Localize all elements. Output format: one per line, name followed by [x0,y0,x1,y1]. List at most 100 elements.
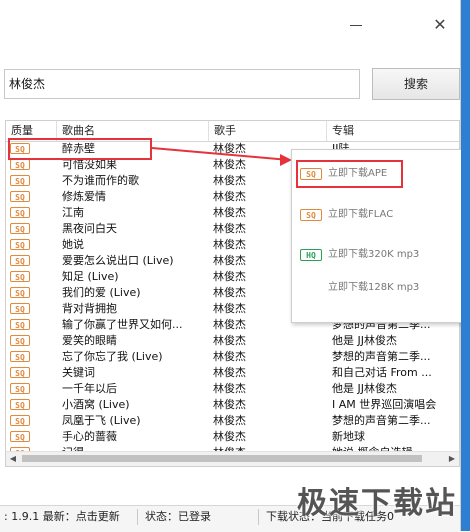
quality-cell: SQ [10,301,36,317]
song-name-cell: 手心的蔷薇 [62,430,117,443]
sq-badge-icon: SQ [300,209,322,221]
sq-badge-icon: SQ [10,223,30,234]
table-row[interactable]: SQ 关键词 林俊杰 和自己对话 From ... [6,365,459,381]
quality-cell: SQ [10,189,36,205]
sq-badge-icon: SQ [10,271,30,282]
album-cell: 和自己对话 From ... [332,366,432,379]
selected-row-highlight [8,138,152,160]
album-cell: 梦想的声音第二季... [332,350,431,363]
app-window: ✕ 林俊杰 搜索 质量 歌曲名 歌手 专辑 SQ醉赤壁林俊杰JJ陆SQ可惜没如果… [0,0,464,532]
minimize-icon [350,24,362,26]
menu-item-download-128k[interactable]: 立即下载128K mp3 [300,278,460,298]
sq-badge-icon: SQ [10,175,30,186]
album-cell: I AM 世界巡回演唱会 [332,398,437,411]
sq-badge-icon: SQ [10,431,30,442]
menu-item-download-flac[interactable]: SQ 立即下载FLAC [300,205,460,225]
quality-cell: SQ [10,205,36,221]
song-name-cell: 爱要怎么说出口 (Live) [62,254,174,267]
scroll-right-icon[interactable]: ▶ [445,452,459,466]
horizontal-scrollbar[interactable]: ◀ ▶ [6,451,459,466]
sq-badge-icon: SQ [10,383,30,394]
column-header-album[interactable]: 专辑 [327,121,459,141]
album-cell: 梦想的声音第二季... [332,414,431,427]
song-name-cell: 不为谁而作的歌 [62,174,139,187]
title-bar: ✕ [0,0,460,52]
menu-item-label: 立即下载320K mp3 [328,249,420,260]
sq-badge-icon: SQ [10,351,30,362]
song-name-cell: 黑夜问白天 [62,222,117,235]
close-button[interactable]: ✕ [429,14,451,36]
quality-cell: SQ [10,173,36,189]
quality-cell: SQ [10,397,36,413]
column-header-singer[interactable]: 歌手 [209,121,327,141]
sq-badge-icon: SQ [10,319,30,330]
table-row[interactable]: SQ 一千年以后 林俊杰 他是 JJ林俊杰 [6,381,459,397]
table-row[interactable]: SQ 爱笑的眼睛 林俊杰 他是 JJ林俊杰 [6,333,459,349]
menu-item-label: 立即下载128K mp3 [328,282,420,293]
menu-item-highlight [296,160,403,188]
song-name-cell: 知足 (Live) [62,270,119,283]
close-icon: ✕ [433,15,447,34]
quality-cell: SQ [10,365,36,381]
status-divider [137,509,138,525]
hq-badge-icon: HQ [300,249,322,261]
album-cell: 他是 JJ林俊杰 [332,382,397,395]
song-name-cell: 小酒窝 (Live) [62,398,130,411]
quality-cell: SQ [10,429,36,445]
song-name-cell: 背对背拥抱 [62,302,117,315]
table-row[interactable]: SQ 小酒窝 (Live) 林俊杰 I AM 世界巡回演唱会 [6,397,459,413]
quality-cell: SQ [10,333,36,349]
sq-badge-icon: SQ [10,287,30,298]
singer-cell: 林俊杰 [213,398,246,411]
version-status[interactable]: : 1.9.1 最新：点击更新 [4,506,120,528]
search-button[interactable]: 搜索 [372,68,460,100]
singer-cell: 林俊杰 [213,350,246,363]
album-cell: 他是 JJ林俊杰 [332,334,397,347]
status-divider [258,509,259,525]
singer-cell: 林俊杰 [213,430,246,443]
scroll-left-icon[interactable]: ◀ [6,452,20,466]
quality-cell: SQ [10,269,36,285]
sq-badge-icon: SQ [10,415,30,426]
table-row[interactable]: SQ 忘了你忘了我 (Live) 林俊杰 梦想的声音第二季... [6,349,459,365]
song-name-cell: 爱笑的眼睛 [62,334,117,347]
song-name-cell: 江南 [62,206,84,219]
song-name-cell: 凤凰于飞 (Live) [62,414,141,427]
quality-cell: SQ [10,349,36,365]
song-name-cell: 关键词 [62,366,95,379]
table-row[interactable]: SQ 手心的蔷薇 林俊杰 新地球 [6,429,459,445]
sq-badge-icon: SQ [10,207,30,218]
search-input[interactable]: 林俊杰 [4,69,360,99]
song-name-cell: 修炼爱情 [62,190,106,203]
quality-cell: SQ [10,413,36,429]
singer-cell: 林俊杰 [213,366,246,379]
quality-cell: SQ [10,221,36,237]
blank-badge-icon [300,282,322,294]
quality-cell: SQ [10,381,36,397]
song-name-cell: 她说 [62,238,84,251]
album-cell: 新地球 [332,430,365,443]
song-name-cell: 输了你赢了世界又如何... [62,318,183,331]
sq-badge-icon: SQ [10,159,30,170]
sq-badge-icon: SQ [10,255,30,266]
sq-badge-icon: SQ [10,191,30,202]
sq-badge-icon: SQ [10,399,30,410]
song-name-cell: 一千年以后 [62,382,117,395]
sq-badge-icon: SQ [10,335,30,346]
scrollbar-thumb[interactable] [22,455,422,462]
window-edge [461,0,470,531]
quality-cell: SQ [10,285,36,301]
singer-cell: 林俊杰 [213,382,246,395]
singer-cell: 林俊杰 [213,334,246,347]
quality-cell: SQ [10,317,36,333]
menu-item-download-320k[interactable]: HQ 立即下载320K mp3 [300,245,460,265]
minimize-button[interactable] [345,14,367,36]
menu-item-label: 立即下载FLAC [328,209,394,220]
table-row[interactable]: SQ 凤凰于飞 (Live) 林俊杰 梦想的声音第二季... [6,413,459,429]
login-status: 状态：已登录 [145,510,211,523]
song-name-cell: 忘了你忘了我 (Live) [62,350,163,363]
quality-cell: SQ [10,253,36,269]
sq-badge-icon: SQ [10,239,30,250]
watermark-text: 极速下载站 [297,486,457,521]
song-name-cell: 我们的爱 (Live) [62,286,141,299]
